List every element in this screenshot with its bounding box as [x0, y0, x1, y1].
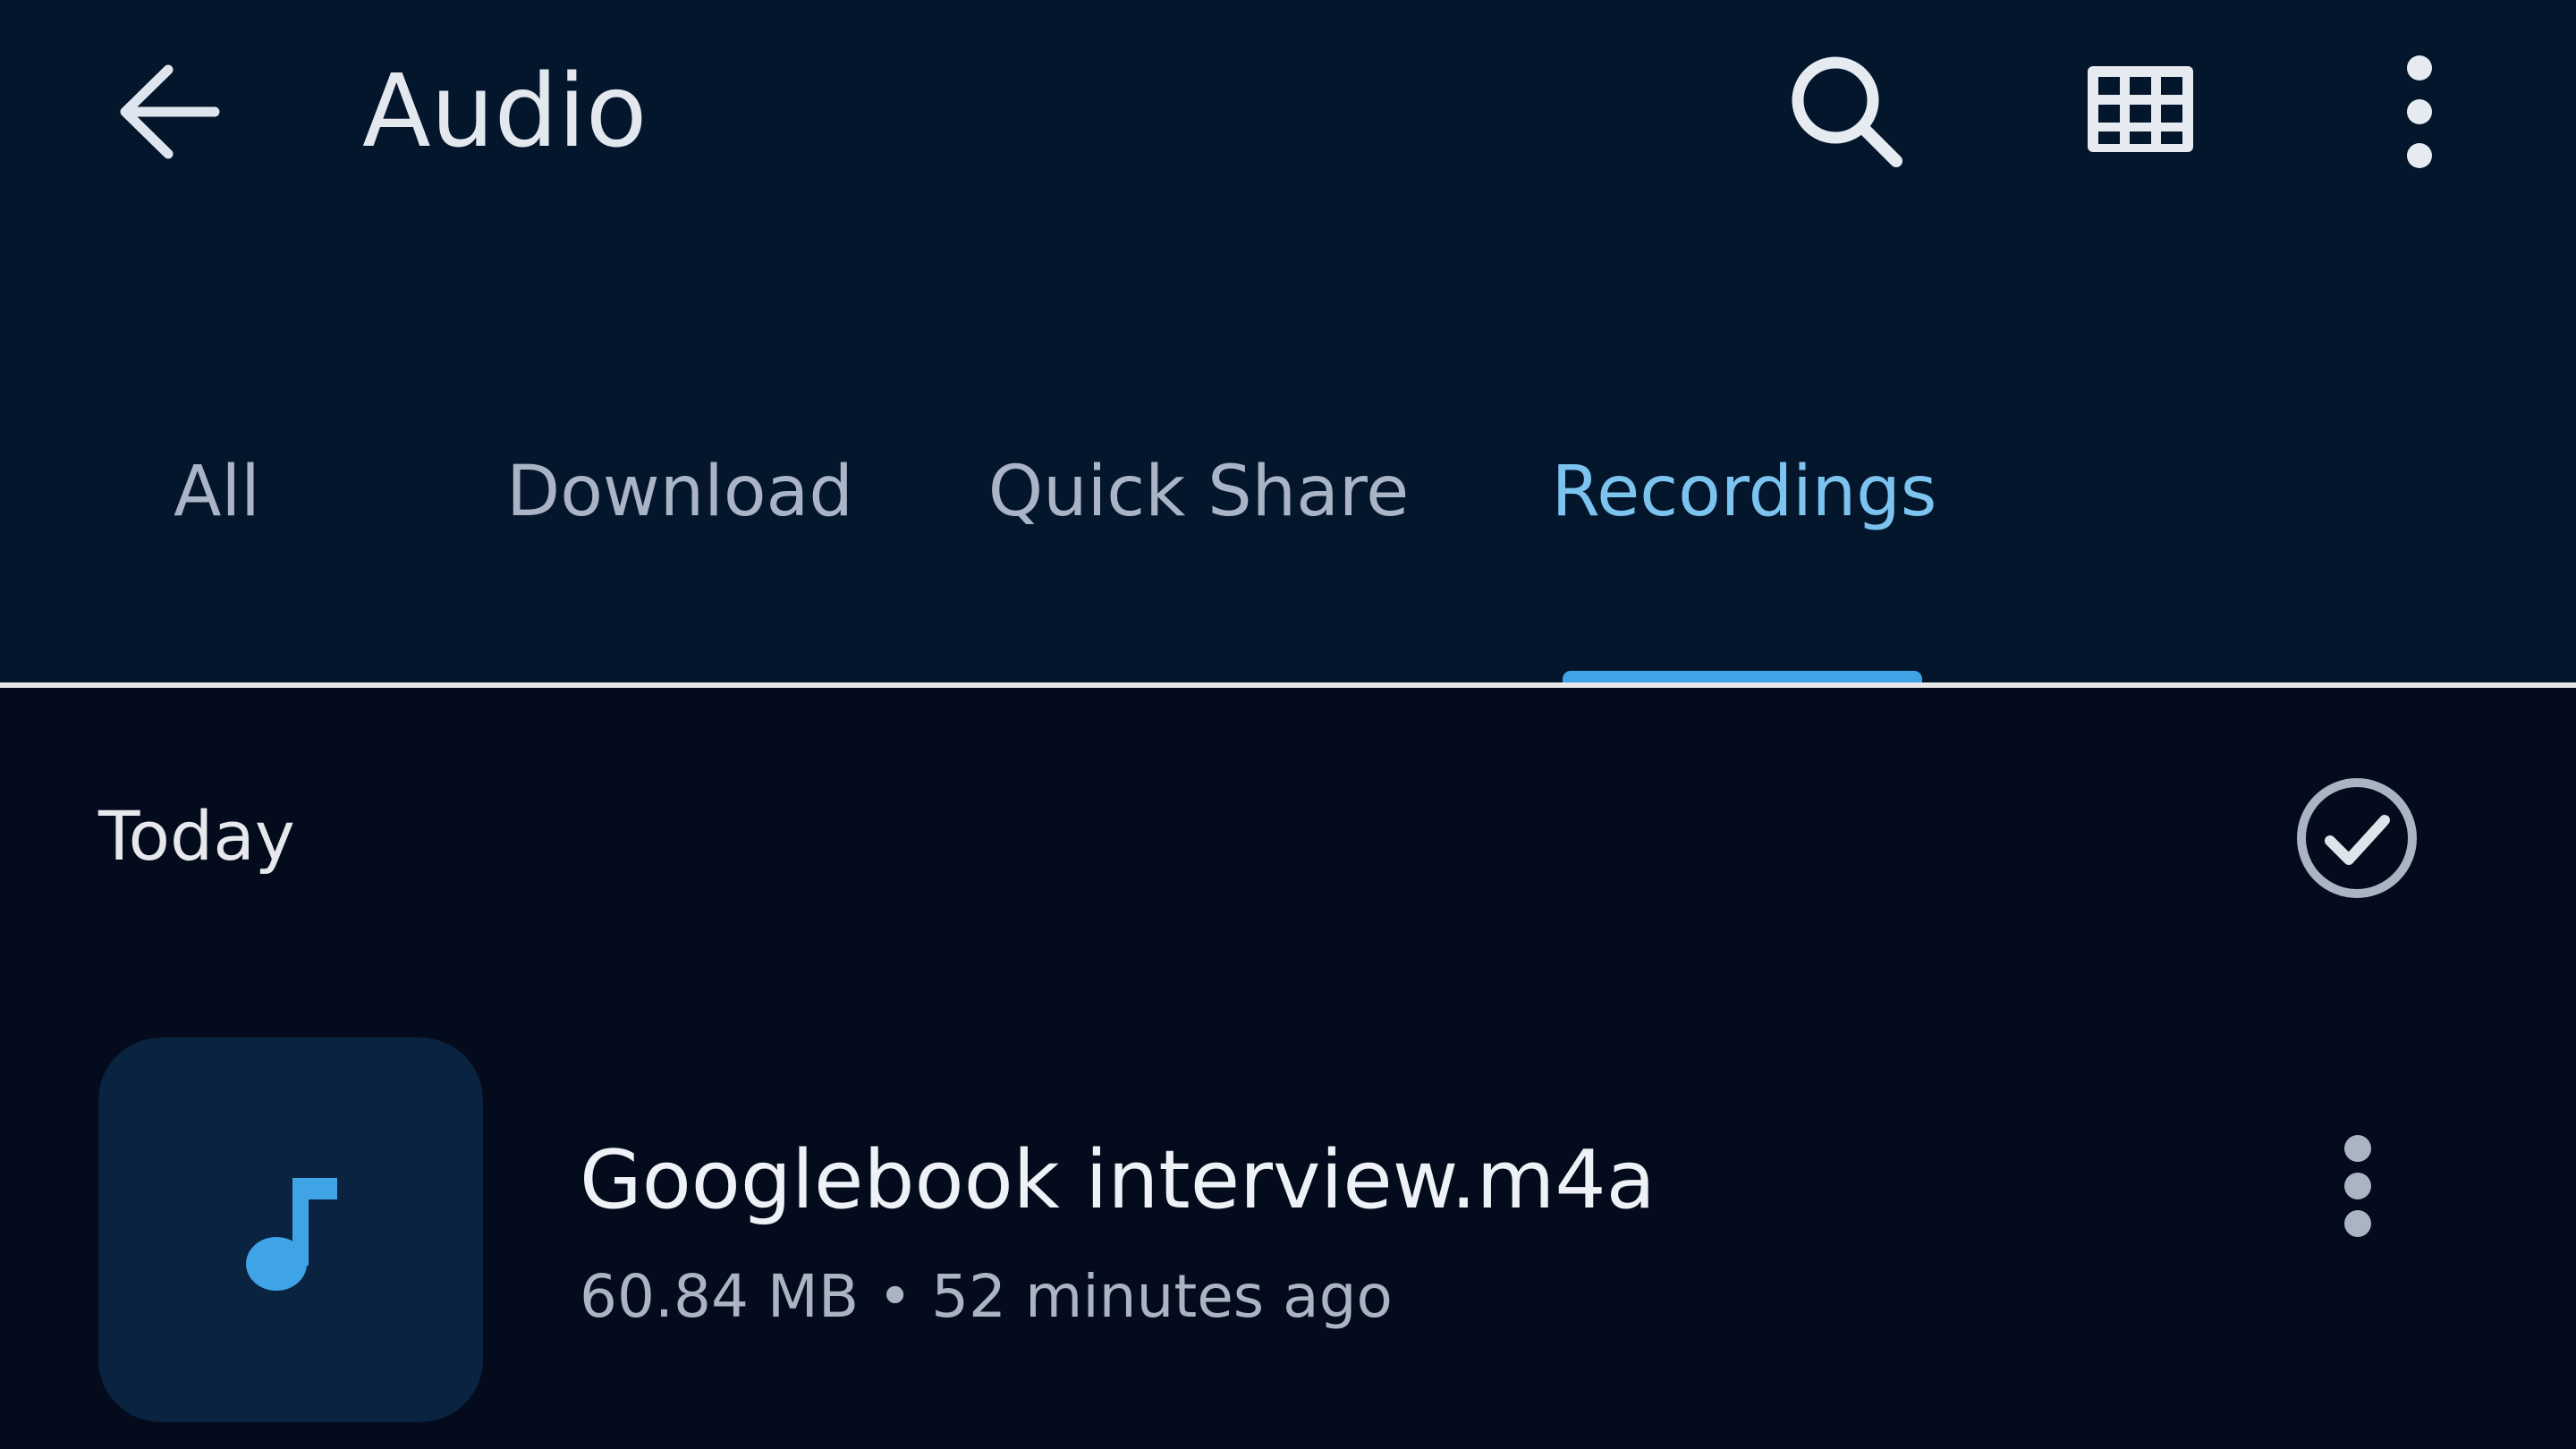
file-more-options-button[interactable] — [2308, 1127, 2415, 1306]
more-vert-icon — [2407, 55, 2432, 168]
tab-divider — [0, 682, 2576, 688]
tab-quick-share[interactable]: Quick Share — [975, 411, 1422, 572]
meta-separator: • — [877, 1262, 913, 1331]
page-title: Audio — [362, 54, 648, 170]
app-bar: Audio All Download Quick Share Recording… — [0, 0, 2576, 683]
back-button[interactable] — [107, 54, 233, 170]
search-icon — [1792, 56, 1902, 167]
file-meta: 60.84 MB • 52 minutes ago — [580, 1252, 1393, 1342]
grid-view-button[interactable] — [2073, 45, 2207, 179]
more-options-button[interactable] — [2352, 45, 2487, 179]
check-circle-icon — [2297, 778, 2417, 898]
section-title: Today — [98, 796, 295, 876]
select-all-button[interactable] — [2290, 771, 2424, 905]
tab-recordings[interactable]: Recordings — [1538, 411, 1950, 572]
file-size: 60.84 MB — [580, 1262, 860, 1331]
more-vert-icon — [2344, 1135, 2371, 1237]
file-thumbnail — [98, 1038, 483, 1422]
music-note-icon — [246, 1178, 337, 1291]
tab-bar: All Download Quick Share Recordings — [0, 411, 2576, 572]
tab-all[interactable]: All — [134, 411, 300, 572]
grid-view-icon — [2088, 66, 2193, 152]
back-arrow-icon — [120, 64, 220, 159]
file-time: 52 minutes ago — [931, 1262, 1393, 1331]
file-list-item[interactable]: Googlebook interview.m4a 60.84 MB • 52 m… — [0, 1038, 2576, 1431]
file-name: Googlebook interview.m4a — [580, 1133, 1656, 1227]
tab-download[interactable]: Download — [483, 411, 877, 572]
search-button[interactable] — [1780, 45, 1914, 179]
